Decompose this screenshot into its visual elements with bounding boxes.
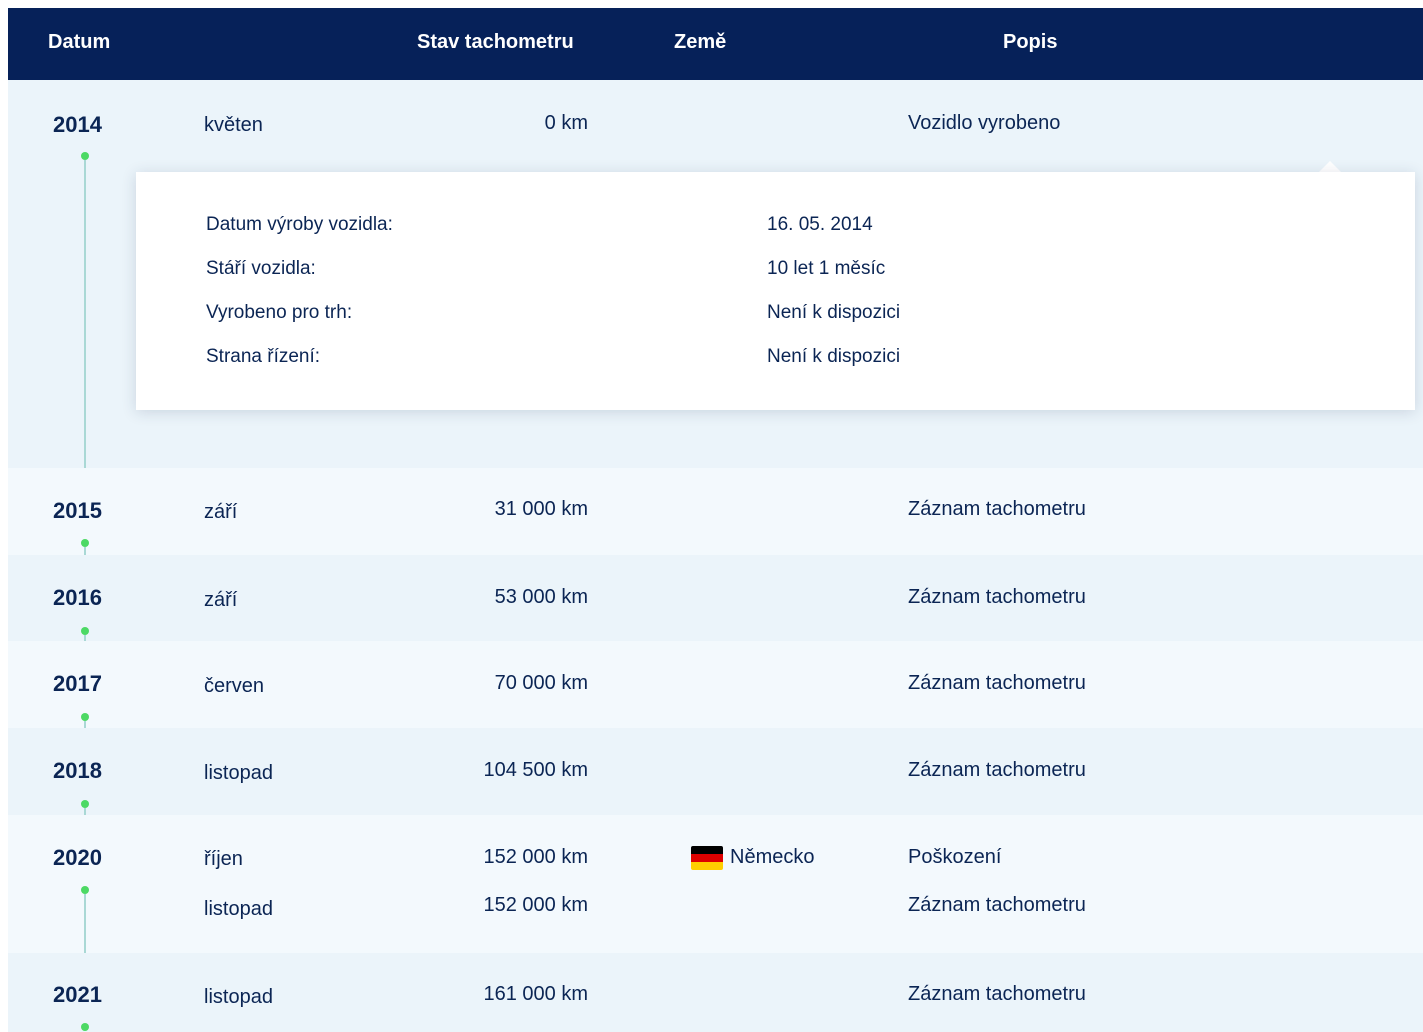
vehicle-details-card: Datum výroby vozidla: 16. 05. 2014 Stáří…	[136, 172, 1415, 410]
header-odometer: Stav tachometru	[417, 31, 574, 53]
month-label: listopad	[204, 898, 273, 920]
odometer-value: 31 000 km	[494, 498, 588, 520]
odometer-value: 53 000 km	[494, 586, 588, 608]
month-label: září	[204, 589, 238, 611]
year-label: 2015	[53, 498, 102, 523]
table-header: Datum Stav tachometru Země Popis	[8, 8, 1423, 80]
month-label: říjen	[204, 848, 243, 870]
timeline-dot	[81, 152, 89, 160]
description-label: Záznam tachometru	[908, 894, 1086, 916]
detail-value: Není k dispozici	[767, 346, 901, 367]
description-label: Záznam tachometru	[908, 983, 1086, 1005]
month-label: květen	[204, 114, 263, 136]
odometer-value: 0 km	[544, 112, 588, 134]
year-label: 2021	[53, 982, 102, 1007]
month-label: září	[204, 501, 238, 523]
odometer-value: 161 000 km	[483, 983, 588, 1005]
detail-label: Strana řízení:	[206, 346, 321, 367]
timeline-dot	[81, 1023, 89, 1031]
timeline-dot	[81, 627, 89, 635]
detail-value: 10 let 1 měsíc	[767, 258, 886, 279]
description-label: Záznam tachometru	[908, 672, 1086, 694]
detail-label: Stáří vozidla:	[206, 258, 316, 279]
year-label: 2020	[53, 845, 102, 870]
country-label: Německo	[730, 846, 815, 868]
germany-flag-icon	[691, 846, 723, 870]
month-label: listopad	[204, 762, 273, 784]
year-label: 2014	[53, 112, 102, 137]
timeline-dot	[81, 800, 89, 808]
table-row[interactable]	[8, 815, 1423, 953]
detail-label: Datum výroby vozidla:	[206, 214, 393, 235]
detail-value: 16. 05. 2014	[767, 214, 873, 235]
header-date: Datum	[48, 31, 111, 53]
header-country: Země	[674, 31, 727, 53]
year-label: 2016	[53, 585, 102, 610]
description-label: Záznam tachometru	[908, 498, 1086, 520]
description-label: Záznam tachometru	[908, 759, 1086, 781]
odometer-value: 70 000 km	[494, 672, 588, 694]
odometer-value: 152 000 km	[483, 894, 588, 916]
year-label: 2018	[53, 758, 102, 783]
description-label: Poškození	[908, 846, 1002, 868]
month-label: červen	[204, 675, 265, 697]
month-label: listopad	[204, 986, 273, 1008]
odometer-value: 152 000 km	[483, 846, 588, 868]
timeline-line	[84, 160, 86, 486]
detail-value: Není k dispozici	[767, 302, 901, 323]
timeline-dot	[81, 886, 89, 894]
description-label: Záznam tachometru	[908, 586, 1086, 608]
description-label: Vozidlo vyrobeno	[908, 112, 1061, 134]
timeline-dot	[81, 713, 89, 721]
header-description: Popis	[1003, 31, 1058, 53]
year-label: 2017	[53, 671, 102, 696]
odometer-value: 104 500 km	[483, 759, 588, 781]
vehicle-history-table: Datum Stav tachometru Země Popis 2014 kv…	[8, 8, 1423, 1032]
detail-label: Vyrobeno pro trh:	[206, 302, 353, 323]
timeline-dot	[81, 539, 89, 547]
